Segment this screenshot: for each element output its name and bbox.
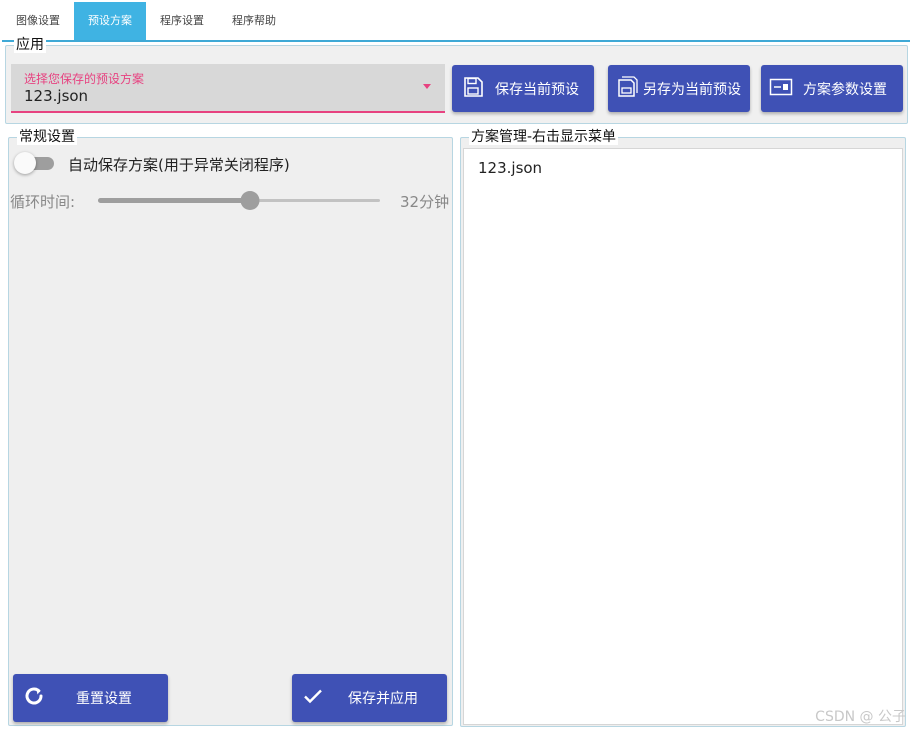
cycle-time-slider[interactable] bbox=[98, 190, 380, 210]
toggle-knob bbox=[14, 152, 36, 174]
tab-image-settings[interactable]: 图像设置 bbox=[2, 2, 74, 40]
caret-down-icon bbox=[423, 84, 431, 89]
cycle-time-label: 循环时间: bbox=[10, 193, 76, 211]
preset-select[interactable]: 选择您保存的预设方案 123.json bbox=[11, 64, 445, 113]
reset-settings-button[interactable]: 重置设置 bbox=[13, 674, 168, 722]
auto-save-toggle[interactable] bbox=[14, 152, 56, 174]
save-current-preset-label: 保存当前预设 bbox=[495, 81, 579, 98]
save-and-apply-button[interactable]: 保存并应用 bbox=[292, 674, 447, 722]
scheme-params-label: 方案参数设置 bbox=[803, 81, 887, 98]
general-settings-group: 常规设置 bbox=[8, 129, 453, 726]
check-icon bbox=[302, 685, 324, 711]
tab-program-settings[interactable]: 程序设置 bbox=[146, 2, 218, 40]
auto-save-label: 自动保存方案(用于异常关闭程序) bbox=[68, 156, 290, 174]
save-and-apply-label: 保存并应用 bbox=[348, 691, 418, 707]
settings-panel-icon bbox=[769, 77, 793, 101]
preset-select-value: 123.json bbox=[24, 87, 89, 105]
reset-settings-label: 重置设置 bbox=[76, 691, 132, 707]
scheme-params-button[interactable]: 方案参数设置 bbox=[761, 65, 903, 112]
preset-select-placeholder: 选择您保存的预设方案 bbox=[24, 72, 145, 86]
scheme-manager-legend: 方案管理-右击显示菜单 bbox=[469, 129, 619, 145]
tab-bar: 图像设置 预设方案 程序设置 程序帮助 bbox=[2, 2, 910, 42]
slider-thumb[interactable] bbox=[240, 191, 260, 210]
save-as-icon bbox=[616, 75, 640, 103]
general-settings-legend: 常规设置 bbox=[17, 129, 77, 145]
save-as-preset-label: 另存为当前预设 bbox=[643, 81, 741, 98]
tab-program-help[interactable]: 程序帮助 bbox=[218, 2, 290, 40]
scheme-list[interactable]: 123.json bbox=[463, 148, 903, 725]
floppy-disk-icon bbox=[462, 76, 484, 102]
list-item[interactable]: 123.json bbox=[478, 159, 542, 177]
apply-group-legend: 应用 bbox=[14, 37, 46, 53]
tab-preset-scheme[interactable]: 预设方案 bbox=[74, 2, 146, 40]
save-current-preset-button[interactable]: 保存当前预设 bbox=[452, 65, 594, 112]
cycle-time-value: 32分钟 bbox=[400, 193, 450, 211]
refresh-icon bbox=[22, 684, 46, 712]
slider-fill bbox=[98, 198, 251, 203]
save-as-preset-button[interactable]: 另存为当前预设 bbox=[608, 65, 750, 112]
watermark: CSDN @ 公子 bbox=[815, 709, 906, 725]
